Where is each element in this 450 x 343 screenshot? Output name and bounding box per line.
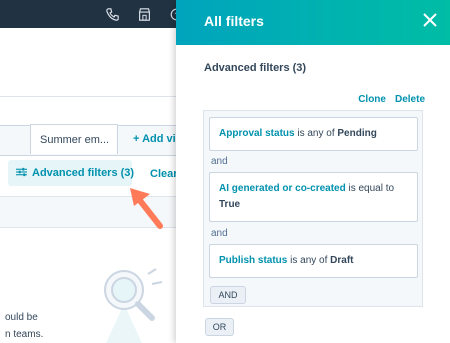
clone-button[interactable]: Clone	[358, 94, 386, 105]
advanced-filters-heading: Advanced filters (3)	[204, 62, 307, 74]
delete-button[interactable]: Delete	[395, 94, 425, 105]
filter-value: True	[219, 199, 241, 210]
panel-title: All filters	[204, 13, 264, 29]
filter-property: Publish status	[219, 255, 288, 266]
marketplace-icon[interactable]	[136, 6, 152, 22]
add-and-filter-button[interactable]: AND	[210, 286, 246, 304]
background-text-line: ould be	[5, 312, 38, 323]
and-separator: and	[211, 228, 228, 239]
filter-operator: is equal to	[348, 183, 395, 194]
divider	[0, 96, 180, 97]
filter-property: AI generated or co-created	[219, 183, 346, 194]
clear-filters-link[interactable]: Clear	[150, 168, 178, 180]
filter-card[interactable]: AI generated or co-created is equal to T…	[209, 172, 418, 222]
filter-property: Approval status	[219, 128, 295, 139]
pointer-arrow-icon	[130, 188, 163, 229]
filter-value: Draft	[330, 255, 354, 266]
search-illustration-icon	[104, 268, 163, 343]
filter-card[interactable]: Publish status is any of Draft	[209, 244, 418, 278]
close-icon[interactable]	[422, 12, 438, 28]
filter-operator: is any of	[290, 255, 328, 266]
group-actions: Clone Delete	[358, 94, 425, 105]
and-separator: and	[211, 156, 228, 167]
filter-value: Pending	[337, 128, 377, 139]
background-text-line: n teams.	[5, 329, 44, 340]
filter-operator: is any of	[297, 128, 335, 139]
add-view-link[interactable]: + Add vi	[133, 133, 176, 145]
advanced-filters-button[interactable]: Advanced filters (3)	[8, 160, 135, 186]
add-or-group-button[interactable]: OR	[205, 318, 234, 336]
phone-icon[interactable]	[104, 6, 120, 22]
filter-card[interactable]: Approval status is any of Pending	[209, 117, 418, 151]
filter-group: Approval status is any of Pending and AI…	[203, 110, 423, 307]
tab-summer-view[interactable]: Summer em...	[30, 124, 118, 154]
panel-header: All filters	[176, 0, 450, 45]
advanced-filters-label: Advanced filters (3)	[32, 167, 135, 179]
filter-sliders-icon	[16, 167, 27, 180]
all-filters-panel: All filters Advanced filters (3) Clone D…	[176, 0, 450, 343]
